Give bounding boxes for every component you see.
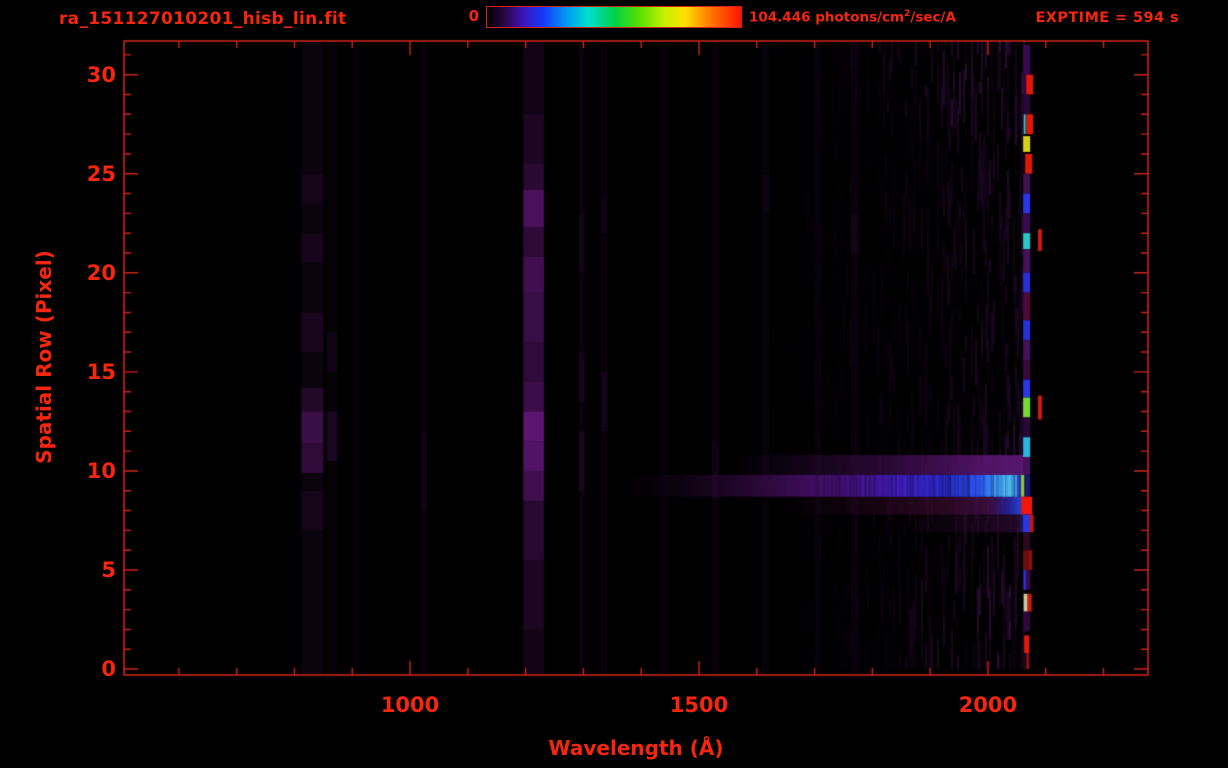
y-axis-title: Spatial Row (Pixel)	[32, 250, 56, 464]
spectrogram-plot	[0, 0, 1228, 768]
colorbar-max-units: /sec/A	[910, 10, 956, 26]
y-tick-label: 10	[87, 459, 116, 483]
exptime-label: EXPTIME = 594 s	[1035, 10, 1179, 26]
x-tick-label: 1500	[670, 693, 728, 717]
colorbar-max-value: 104.446 photons/cm	[749, 10, 904, 26]
x-axis-title: Wavelength (Å)	[549, 736, 724, 760]
colorbar-min-label: 0	[469, 7, 479, 25]
spectrogram-window: ra_151127010201_hisb_lin.fit 0 104.446 p…	[0, 0, 1228, 768]
y-tick-label: 30	[87, 63, 116, 87]
y-tick-label: 5	[101, 558, 116, 582]
y-tick-label: 0	[101, 657, 116, 681]
colorbar-max-label: 104.446 photons/cm2/sec/A	[749, 9, 956, 26]
colorbar	[486, 6, 742, 28]
file-title: ra_151127010201_hisb_lin.fit	[59, 9, 346, 29]
y-tick-label: 25	[87, 162, 116, 186]
y-tick-label: 20	[87, 261, 116, 285]
x-tick-label: 2000	[959, 693, 1017, 717]
y-tick-label: 15	[87, 360, 116, 384]
x-tick-label: 1000	[381, 693, 439, 717]
